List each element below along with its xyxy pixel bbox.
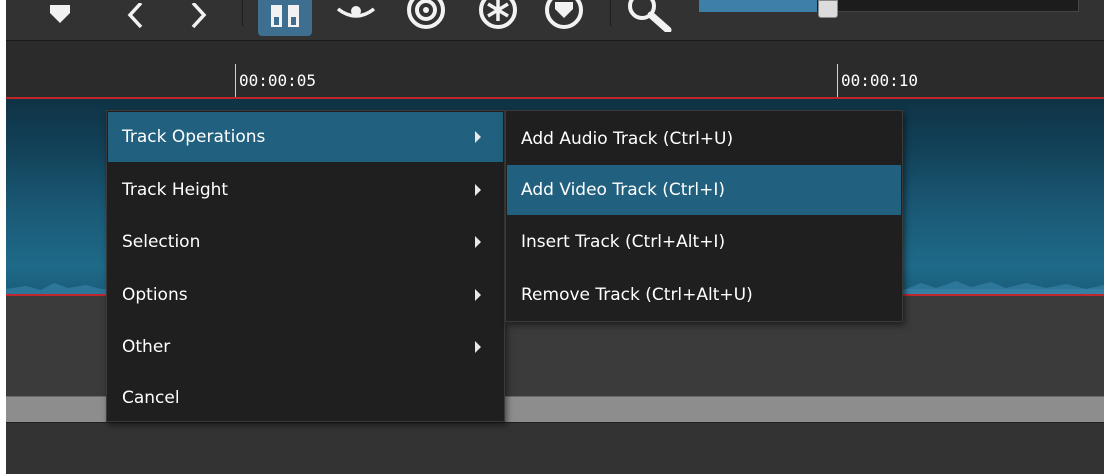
menu-item-label: Track Height <box>122 180 229 200</box>
menu-item-label: Add Audio Track (Ctrl+U) <box>521 129 734 149</box>
submenu-arrow-icon <box>475 184 481 196</box>
previous-icon[interactable] <box>120 0 150 32</box>
menu-item-other[interactable]: Other <box>108 322 503 372</box>
submenu-arrow-icon <box>475 131 481 143</box>
zoom-slider-handle[interactable] <box>818 0 838 18</box>
menu-item-track-operations[interactable]: Track Operations <box>108 112 503 162</box>
menu-item-label: Cancel <box>122 388 180 408</box>
zoom-slider-fill <box>699 0 817 12</box>
toolbar-separator <box>610 0 611 26</box>
menu-item-insert-track[interactable]: Insert Track (Ctrl+Alt+I) <box>507 217 901 267</box>
menu-item-label: Insert Track (Ctrl+Alt+I) <box>521 232 726 252</box>
submenu-arrow-icon <box>475 236 481 248</box>
zoom-icon[interactable] <box>626 0 678 32</box>
menu-item-remove-track[interactable]: Remove Track (Ctrl+Alt+U) <box>507 270 901 320</box>
menu-item-label: Selection <box>122 232 201 252</box>
ripple-markers-icon[interactable] <box>542 0 586 32</box>
submenu-arrow-icon <box>475 341 481 353</box>
menu-item-add-video-track[interactable]: Add Video Track (Ctrl+I) <box>507 165 901 215</box>
ruler-tick-label: 00:00:05 <box>239 71 317 90</box>
menu-item-options[interactable]: Options <box>108 270 503 320</box>
menu-item-label: Other <box>122 337 171 357</box>
bottom-panel <box>6 422 1104 474</box>
ripple-icon[interactable] <box>404 0 448 32</box>
submenu-arrow-icon <box>475 289 481 301</box>
next-icon[interactable] <box>184 0 214 32</box>
context-menu: Track Operations Track Height Selection … <box>106 110 505 422</box>
marker-icon[interactable] <box>44 0 76 32</box>
menu-item-label: Add Video Track (Ctrl+I) <box>521 180 726 200</box>
timeline-panel: 00:00:05 00:00:10 Track Operations Track… <box>6 0 1104 474</box>
menu-item-label: Remove Track (Ctrl+Alt+U) <box>521 285 753 305</box>
ruler-tick <box>837 64 838 98</box>
menu-item-label: Track Operations <box>122 127 266 147</box>
snap-icon[interactable] <box>258 0 312 36</box>
timeline-ruler[interactable] <box>6 40 1104 99</box>
ripple-all-icon[interactable] <box>476 0 520 32</box>
menu-item-track-height[interactable]: Track Height <box>108 165 503 215</box>
ruler-tick-label: 00:00:10 <box>841 71 919 90</box>
track-operations-submenu: Add Audio Track (Ctrl+U) Add Video Track… <box>505 110 903 322</box>
menu-item-cancel[interactable]: Cancel <box>108 373 503 423</box>
menu-item-add-audio-track[interactable]: Add Audio Track (Ctrl+U) <box>507 114 901 164</box>
menu-item-selection[interactable]: Selection <box>108 217 503 267</box>
timeline-toolbar <box>6 0 1104 40</box>
ruler-tick <box>235 64 236 98</box>
scrub-icon[interactable] <box>334 0 378 32</box>
menu-item-label: Options <box>122 285 188 305</box>
toolbar-separator <box>242 0 243 26</box>
